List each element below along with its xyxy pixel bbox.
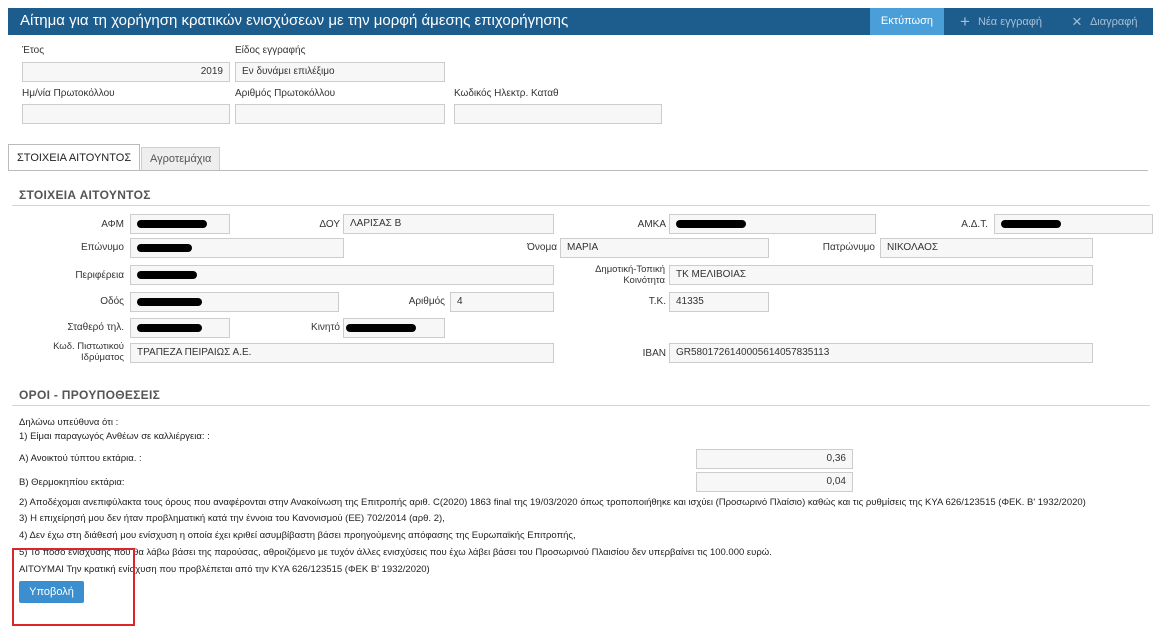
mobile-field[interactable] — [343, 318, 445, 338]
mobile-label: Κινητό — [311, 322, 340, 333]
afm-label: ΑΦΜ — [101, 219, 124, 230]
bank-label-line1: Κωδ. Πιστωτικού — [53, 341, 124, 352]
redacted-mark — [137, 244, 192, 252]
amka-field[interactable] — [669, 214, 876, 234]
adt-field[interactable] — [994, 214, 1153, 234]
iban-field[interactable]: GR5801726140005614057835113 — [669, 343, 1093, 363]
redacted-mark — [1001, 220, 1061, 228]
tab-land-parcels[interactable]: Αγροτεμάχια — [141, 147, 221, 170]
protocol-number-field[interactable] — [235, 104, 445, 124]
street-number-field[interactable]: 4 — [450, 292, 554, 312]
section-divider — [12, 205, 1150, 206]
doy-label: ΔΟΥ — [319, 219, 340, 230]
close-icon: × — [1072, 12, 1082, 31]
redacted-mark — [137, 271, 197, 279]
new-record-button[interactable]: + Νέα εγγραφή — [946, 8, 1056, 35]
street-field[interactable] — [130, 292, 339, 312]
year-field[interactable]: 2019 — [22, 62, 230, 82]
terms-section-title: ΟΡΟΙ - ΠΡΟΥΠΟΘΕΣΕΙΣ — [19, 388, 161, 402]
redacted-mark — [137, 298, 202, 306]
page-title: Αίτημα για τη χορήγηση κρατικών ενισχύσε… — [20, 12, 569, 29]
community-label-line1: Δημοτική-Τοπική — [595, 264, 665, 275]
term-item-2: 2) Αποδέχομαι ανεπιφύλακτα τους όρους πο… — [19, 497, 1086, 508]
surname-field[interactable] — [130, 238, 344, 258]
redacted-mark — [137, 220, 207, 228]
first-name-label: Όνομα — [527, 242, 557, 253]
bank-label: Κωδ. Πιστωτικού Ιδρύματος — [20, 341, 124, 363]
bank-field[interactable]: ΤΡΑΠΕΖΑ ΠΕΙΡΑΙΩΣ Α.Ε. — [130, 343, 554, 363]
landline-field[interactable] — [130, 318, 230, 338]
community-label: Δημοτική-Τοπική Κοινότητα — [560, 264, 665, 286]
applicant-section-title: ΣΤΟΙΧΕΙΑ ΑΙΤΟΥΝΤΟΣ — [19, 188, 151, 202]
iban-label: IBAN — [642, 348, 666, 359]
new-record-label: Νέα εγγραφή — [977, 16, 1042, 28]
electronic-code-label: Κωδικός Ηλεκτρ. Καταθ — [454, 88, 559, 99]
term-item-4: 4) Δεν έχω στη διάθεσή μου ενίσχυση η οπ… — [19, 530, 576, 541]
doy-field[interactable]: ΛΑΡΙΣΑΣ Β — [343, 214, 554, 234]
tab-applicant-details[interactable]: ΣΤΟΙΧΕΙΑ ΑΙΤΟΥΝΤΟΣ — [8, 144, 141, 170]
protocol-date-field[interactable] — [22, 104, 230, 124]
community-field[interactable]: ΤΚ ΜΕΛΙΒΟΙΑΣ — [669, 265, 1093, 285]
record-type-field[interactable]: Εν δυνάμει επιλέξιμο — [235, 62, 445, 82]
fathers-name-label: Πατρώνυμο — [822, 242, 875, 253]
greenhouse-hectares-label: Β) Θερμοκηπίου εκτάρια: — [19, 477, 125, 488]
protocol-number-label: Αριθμός Πρωτοκόλλου — [235, 88, 336, 99]
term-item-1: 1) Είμαι παραγωγός Ανθέων σε καλλιέργεια… — [19, 431, 210, 442]
open-field-hectares-input[interactable]: 0,36 — [696, 449, 853, 469]
street-number-label: Αριθμός — [408, 296, 445, 307]
community-label-line2: Κοινότητα — [623, 275, 665, 286]
year-label: Έτος — [22, 45, 45, 56]
street-label: Οδός — [100, 296, 124, 307]
section-divider — [12, 405, 1150, 406]
amka-label: ΑΜΚΑ — [637, 219, 666, 230]
title-bar: Αίτημα για τη χορήγηση κρατικών ενισχύσε… — [8, 8, 1153, 35]
redacted-mark — [676, 220, 746, 228]
delete-button[interactable]: × Διαγραφή — [1058, 8, 1153, 35]
highlight-box — [12, 548, 135, 626]
delete-label: Διαγραφή — [1089, 16, 1138, 28]
tab-divider — [8, 170, 1148, 171]
region-label: Περιφέρεια — [75, 270, 124, 281]
region-field[interactable] — [130, 265, 554, 285]
open-field-hectares-label: Α) Ανοικτού τύπτου εκτάρια. : — [19, 453, 142, 464]
bank-label-line2: Ιδρύματος — [81, 352, 124, 363]
declaration-text: Δηλώνω υπεύθυνα ότι : — [19, 417, 119, 428]
electronic-code-field[interactable] — [454, 104, 662, 124]
adt-label: Α.Δ.Τ. — [961, 219, 988, 230]
fathers-name-field[interactable]: ΝΙΚΟΛΑΟΣ — [880, 238, 1093, 258]
redacted-mark — [137, 324, 202, 332]
print-button[interactable]: Εκτύπωση — [870, 8, 944, 35]
protocol-date-label: Ημ/νία Πρωτοκόλλου — [22, 88, 115, 99]
landline-label: Σταθερό τηλ. — [67, 322, 124, 333]
surname-label: Επώνυμο — [80, 242, 124, 253]
postal-code-label: Τ.Κ. — [648, 296, 666, 307]
afm-field[interactable] — [130, 214, 230, 234]
term-item-3: 3) Η επιχείρησή μου δεν ήταν προβληματικ… — [19, 513, 445, 524]
greenhouse-hectares-input[interactable]: 0,04 — [696, 472, 853, 492]
redacted-mark — [346, 324, 416, 332]
record-type-label: Είδος εγγραφής — [235, 45, 306, 56]
plus-icon: + — [960, 12, 970, 31]
first-name-field[interactable]: ΜΑΡΙΑ — [560, 238, 769, 258]
postal-code-field[interactable]: 41335 — [669, 292, 769, 312]
